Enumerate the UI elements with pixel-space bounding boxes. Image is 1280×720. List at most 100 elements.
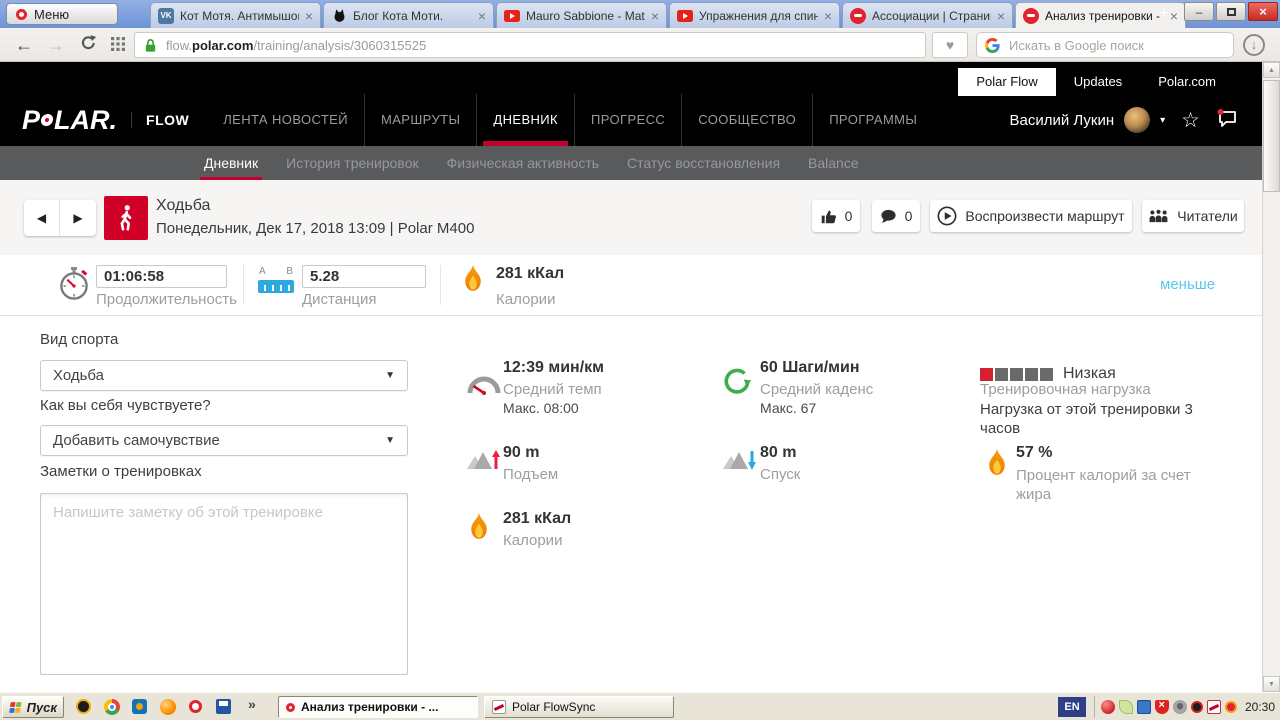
top-link-polar-flow[interactable]: Polar Flow — [958, 68, 1056, 96]
nav-dnevnik[interactable]: ДНЕВНИК — [477, 94, 576, 146]
reload-button[interactable] — [76, 33, 100, 57]
nav-lenta-novostey[interactable]: ЛЕНТА НОВОСТЕЙ — [207, 94, 365, 146]
download-button[interactable]: ↓ — [1243, 34, 1265, 56]
forward-button[interactable]: → — [44, 33, 68, 57]
speed-dial-button[interactable] — [106, 33, 130, 57]
tab-strip: VK Кот Мотя. Антимышова × Блог Кота Моти… — [150, 2, 1188, 28]
tab-associacii[interactable]: Ассоциации | Страница × — [842, 2, 1013, 28]
shield-icon[interactable] — [1155, 699, 1169, 714]
close-button[interactable]: × — [1248, 2, 1278, 21]
camera-icon[interactable] — [1173, 700, 1187, 714]
feeling-select[interactable]: Добавить самочувствие ▼ — [40, 425, 408, 456]
task-title: Polar FlowSync — [512, 700, 596, 714]
chrome-icon[interactable] — [102, 697, 121, 716]
floppy-icon[interactable] — [214, 697, 233, 716]
replay-route-button[interactable]: Воспроизвести маршрут — [930, 200, 1132, 232]
network-icon[interactable] — [1137, 700, 1151, 714]
minimize-button[interactable]: – — [1184, 2, 1214, 21]
tab-kot-motya[interactable]: VK Кот Мотя. Антимышова × — [150, 2, 321, 28]
comment-button[interactable]: 0 — [872, 200, 920, 232]
readers-button[interactable]: Читатели — [1142, 200, 1244, 232]
top-link-polar-com[interactable]: Polar.com — [1140, 68, 1234, 96]
tab-uprazhneniya[interactable]: Упражнения для спины × — [669, 2, 840, 28]
notes-textarea[interactable] — [40, 493, 408, 675]
daemon-icon[interactable] — [1191, 701, 1203, 713]
top-link-updates[interactable]: Updates — [1056, 68, 1140, 96]
ball-icon[interactable] — [1101, 700, 1115, 714]
tab-close-icon[interactable]: × — [478, 9, 486, 23]
task-title: Анализ тренировки - ... — [301, 700, 439, 714]
subnav-balance[interactable]: Balance — [794, 146, 873, 180]
nav-progress[interactable]: ПРОГРЕСС — [575, 94, 683, 146]
prev-session-button[interactable]: ◀ — [24, 200, 60, 236]
next-session-button[interactable]: ▶ — [60, 200, 96, 236]
photos-icon[interactable] — [130, 697, 149, 716]
tab-close-icon[interactable]: × — [824, 9, 832, 23]
chevron-down-icon: ▼ — [385, 435, 395, 446]
play-icon — [937, 206, 957, 226]
search-box[interactable] — [976, 32, 1234, 58]
subnav-vosstanovlenie[interactable]: Статус восстановления — [613, 146, 794, 180]
user-menu-caret-icon[interactable]: ▾ — [1160, 115, 1165, 126]
task-analiz-trenirovki[interactable]: Анализ тренировки - ... — [278, 696, 478, 718]
firefox-icon[interactable] — [158, 697, 177, 716]
subnav-fiz-aktivnost[interactable]: Физическая активность — [433, 146, 613, 180]
page-scrollbar[interactable]: ▲ ▼ — [1262, 62, 1280, 692]
less-link[interactable]: меньше — [1160, 276, 1215, 293]
distance-input[interactable] — [302, 265, 426, 288]
new-tab-button[interactable]: + — [1150, 4, 1178, 24]
opera-icon[interactable] — [186, 697, 205, 716]
polar-tray-icon[interactable] — [1225, 701, 1237, 713]
polar-logo: P LAR. — [22, 105, 117, 136]
sport-select-value: Ходьба — [53, 367, 105, 384]
duration-input[interactable] — [96, 265, 227, 288]
descent-icon — [723, 451, 756, 470]
nav-soobschestvo[interactable]: СООБЩЕСТВО — [682, 94, 814, 146]
back-button[interactable]: ← — [12, 33, 36, 57]
taskbar-clock[interactable]: 20:30 — [1245, 700, 1275, 714]
tab-mauro-sabbione[interactable]: Mauro Sabbione - Matia × — [496, 2, 667, 28]
quick-launch-overflow[interactable]: » — [248, 696, 256, 712]
maximize-button[interactable] — [1216, 2, 1246, 21]
avatar[interactable] — [1124, 107, 1151, 133]
url-bar[interactable]: flow.polar.com/training/analysis/3060315… — [134, 32, 926, 58]
like-button[interactable]: 0 — [812, 200, 860, 232]
bookmark-button[interactable]: ♥ — [932, 32, 968, 58]
favorites-star-icon[interactable]: ☆ — [1181, 108, 1200, 133]
language-indicator[interactable]: EN — [1058, 697, 1086, 717]
subnav-dnevnik[interactable]: Дневник — [190, 146, 272, 180]
task-polar-flowsync[interactable]: Polar FlowSync — [484, 696, 674, 718]
sport-select[interactable]: Ходьба ▼ — [40, 360, 408, 391]
page-viewport: Polar Flow Updates Polar.com P LAR. FLOW … — [0, 62, 1262, 692]
like-count: 0 — [844, 208, 853, 224]
session-sport-title: Ходьба — [156, 197, 211, 214]
scroll-down-button[interactable]: ▼ — [1263, 676, 1280, 692]
polar-top-links: Polar Flow Updates Polar.com — [958, 68, 1234, 96]
window-controls: – × — [1184, 2, 1278, 21]
scroll-up-button[interactable]: ▲ — [1263, 62, 1280, 78]
distance-ab-markers: AB — [259, 266, 293, 277]
duration-label: Продолжительность — [96, 291, 237, 308]
tab-close-icon[interactable]: × — [997, 9, 1005, 23]
user-name[interactable]: Василий Лукин — [1009, 112, 1114, 129]
nav-flow[interactable]: FLOW — [131, 112, 189, 128]
leaf-icon[interactable] — [1119, 700, 1133, 714]
calories-stat-label: Калории — [503, 532, 563, 549]
subnav-istoriya[interactable]: История тренировок — [272, 146, 432, 180]
start-button[interactable]: Пуск — [2, 696, 64, 718]
daemon-tools-icon[interactable] — [74, 697, 93, 716]
polar-site-header: Polar Flow Updates Polar.com P LAR. FLOW … — [0, 62, 1262, 146]
tab-close-icon[interactable]: × — [305, 9, 313, 23]
nav-programmy[interactable]: ПРОГРАММЫ — [813, 94, 933, 146]
tab-blog-kota[interactable]: Блог Кота Моти. × — [323, 2, 494, 28]
notifications-icon[interactable] — [1216, 108, 1238, 133]
logo-o-icon — [40, 114, 54, 126]
flowsync-tray-icon[interactable] — [1207, 700, 1221, 714]
tab-close-icon[interactable]: × — [651, 9, 659, 23]
search-input[interactable] — [1007, 36, 1225, 54]
scrollbar-thumb[interactable] — [1263, 80, 1280, 192]
tab-title: Анализ тренировки - Po — [1045, 8, 1164, 23]
load-segment — [980, 367, 993, 381]
nav-marshruty[interactable]: МАРШРУТЫ — [365, 94, 478, 146]
opera-menu-button[interactable]: Меню — [6, 3, 118, 25]
